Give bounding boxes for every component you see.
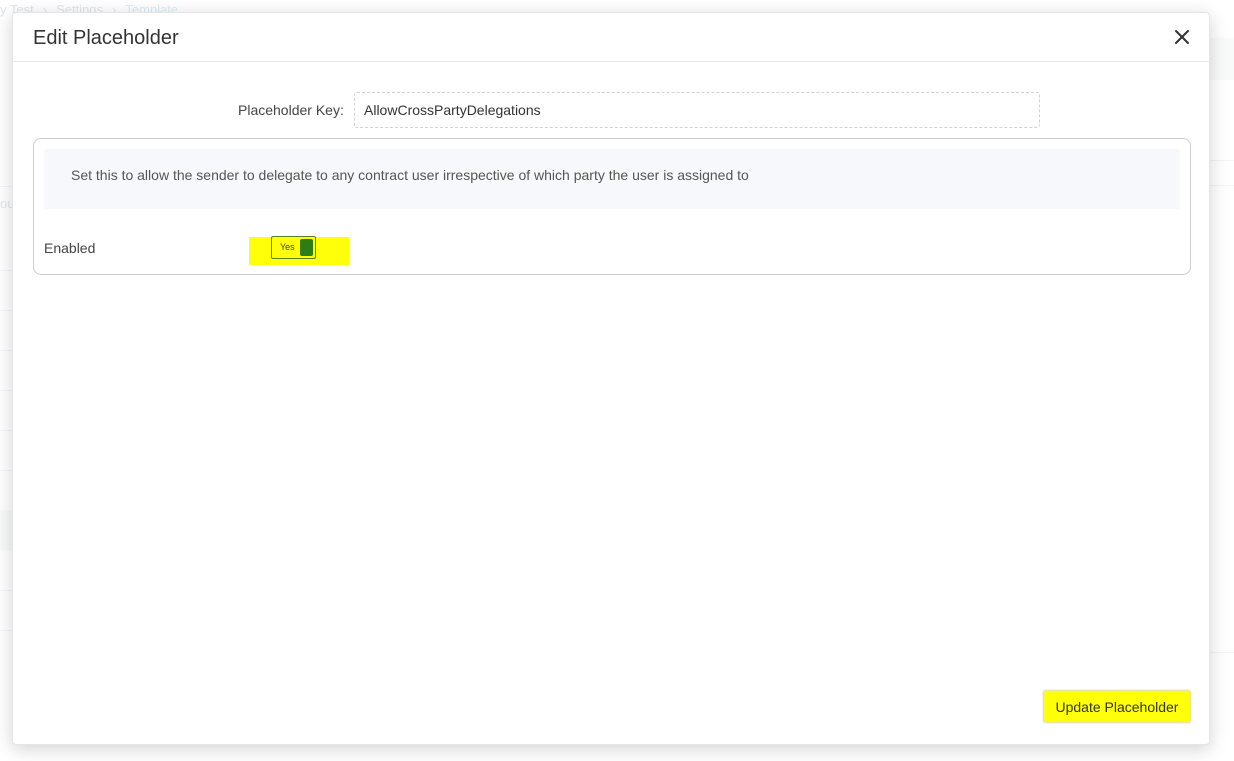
close-button[interactable] bbox=[1171, 26, 1193, 48]
description-box: Set this to allow the sender to delegate… bbox=[44, 149, 1180, 209]
toggle-state-label: Yes bbox=[280, 242, 295, 252]
enabled-label: Enabled bbox=[44, 240, 96, 256]
modal-header: Edit Placeholder bbox=[13, 13, 1209, 62]
update-placeholder-button[interactable]: Update Placeholder bbox=[1043, 690, 1191, 723]
placeholder-key-label: Placeholder Key: bbox=[238, 102, 344, 118]
modal-title: Edit Placeholder bbox=[33, 27, 179, 49]
toggle-knob bbox=[300, 239, 313, 256]
placeholder-setting-card: Set this to allow the sender to delegate… bbox=[33, 138, 1191, 275]
description-text: Set this to allow the sender to delegate… bbox=[71, 167, 749, 183]
enabled-toggle[interactable]: Yes bbox=[271, 236, 316, 259]
close-icon bbox=[1175, 30, 1189, 44]
placeholder-key-input[interactable] bbox=[354, 92, 1040, 128]
edit-placeholder-modal: Edit Placeholder Placeholder Key: Set th… bbox=[12, 12, 1210, 745]
